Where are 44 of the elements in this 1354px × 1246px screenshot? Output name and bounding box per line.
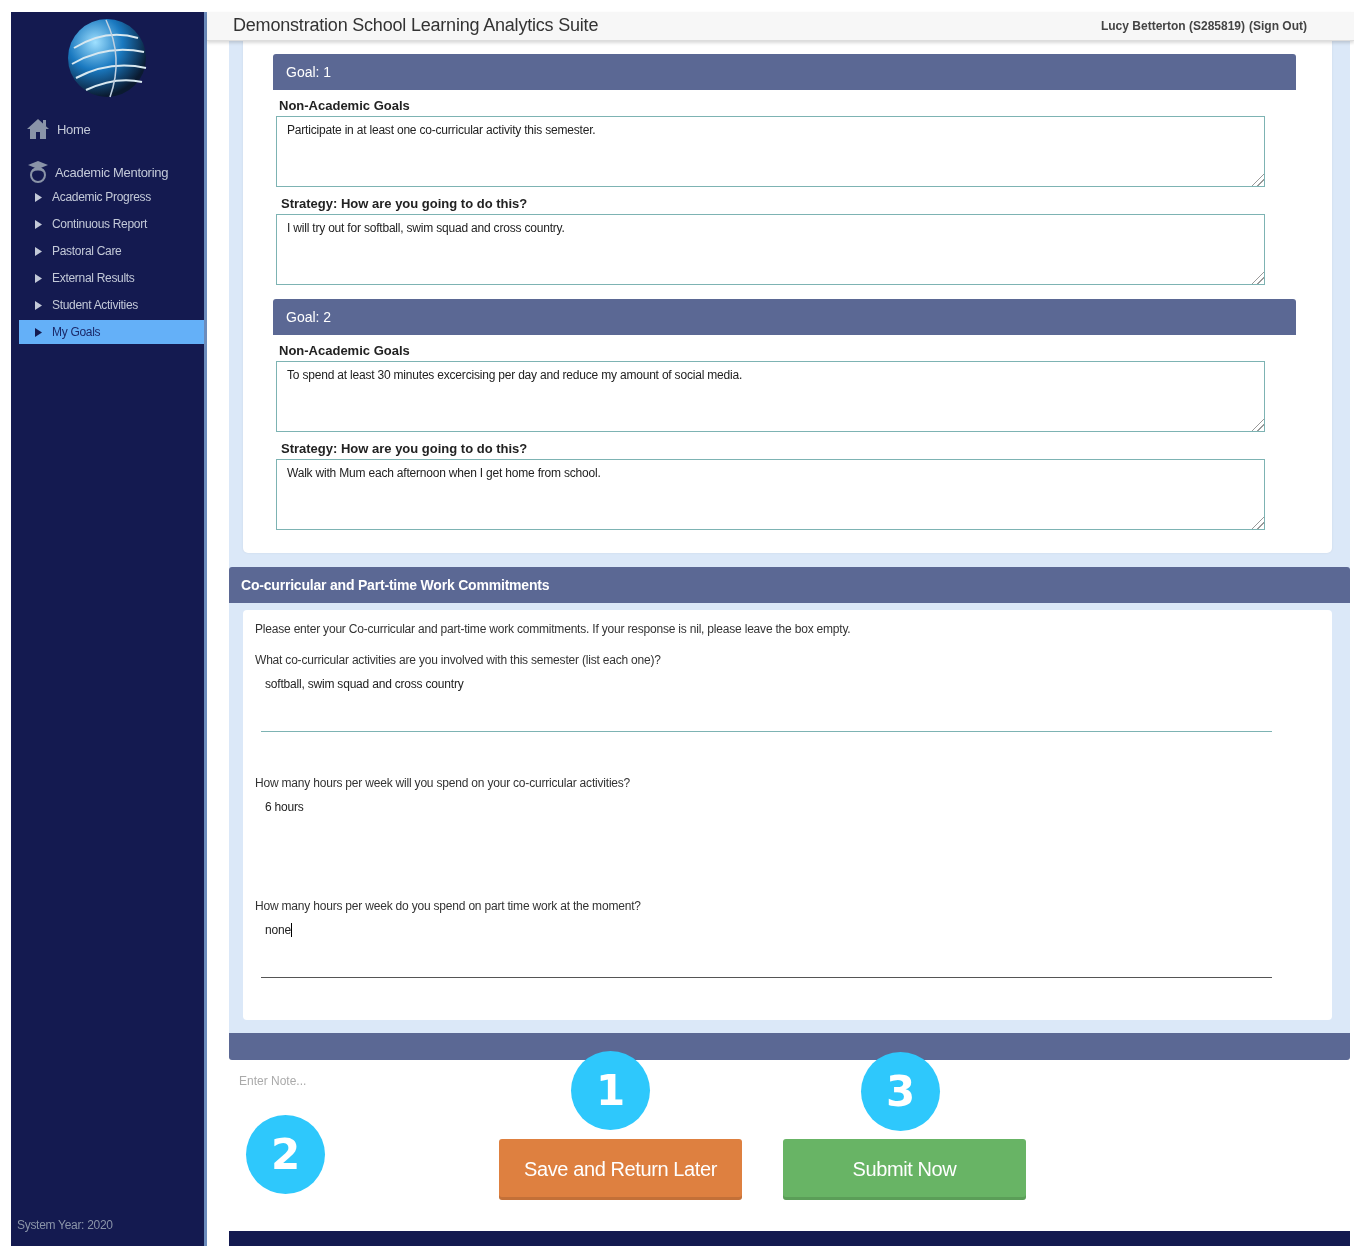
question-label: What co-curricular activities are you involved with this semester (list each one)? [255, 652, 662, 667]
nav-item[interactable]: Home [19, 116, 204, 142]
answer-field[interactable]: none [261, 922, 1272, 978]
nav-item[interactable]: Academic Progress [19, 185, 204, 209]
instructions: Please enter your Co-curricular and part-time work commitments. If your response is nil, please leave the box empty. [255, 621, 852, 636]
app-title: Demonstration School Learning Analytics Suite [233, 15, 599, 37]
goal-header: Goal: 2 [273, 298, 1296, 335]
text-area[interactable]: To spend at least 30 minutes excercising per day and reduce my amount of social media. [276, 360, 1265, 432]
nav-item[interactable]: External Results [19, 266, 204, 290]
note-field[interactable]: Enter Note... [239, 1073, 439, 1088]
text-area[interactable]: I will try out for softball, swim squad and cross country. [276, 213, 1265, 285]
triangle-icon [35, 246, 42, 256]
callout-badge: 1 [571, 1050, 650, 1130]
triangle-icon [35, 219, 42, 229]
field-label: Strategy: How are you going to do this? [281, 440, 529, 456]
callout-badge: 2 [246, 1114, 325, 1194]
triangle-icon [35, 300, 42, 310]
goal-header: Goal: 1 [273, 53, 1296, 90]
nav-item[interactable]: Student Activities [19, 293, 204, 317]
paren: ) [1303, 18, 1307, 33]
field-label: Non-Academic Goals [279, 342, 411, 358]
system-year: System Year: 2020 [17, 1218, 114, 1232]
field-label: Strategy: How are you going to do this? [281, 195, 529, 211]
text-area[interactable]: Participate in at least one co-curricular activity this semester. [276, 115, 1265, 187]
paren: ( [1249, 18, 1253, 33]
callout-badge: 3 [861, 1051, 940, 1131]
home-icon [26, 118, 50, 140]
answer-field[interactable]: 6 hours [261, 799, 1272, 855]
section-header: Co-curricular and Part-time Work Commitments [229, 566, 1350, 603]
text-area[interactable]: Walk with Mum each afternoon when I get home from school. [276, 458, 1265, 530]
nav-item[interactable]: Academic Mentoring [19, 157, 204, 187]
triangle-icon [35, 273, 42, 283]
user-name: Lucy Betterton (S285819) [1100, 18, 1245, 33]
triangle-icon [35, 192, 42, 202]
field-label: Non-Academic Goals [279, 97, 411, 113]
answer-field[interactable]: softball, swim squad and cross country [261, 676, 1272, 732]
nav-item[interactable]: My Goals [19, 320, 204, 344]
sign-out-link[interactable]: Sign Out [1253, 18, 1303, 33]
question-label: How many hours per week will you spend on your co-curricular activities? [255, 775, 632, 790]
triangle-icon [35, 327, 42, 337]
nav-item[interactable]: Pastoral Care [19, 239, 204, 263]
question-label: How many hours per week do you spend on part time work at the moment? [255, 898, 642, 913]
graduate-icon [26, 160, 50, 184]
nav-item[interactable]: Continuous Report [19, 212, 204, 236]
